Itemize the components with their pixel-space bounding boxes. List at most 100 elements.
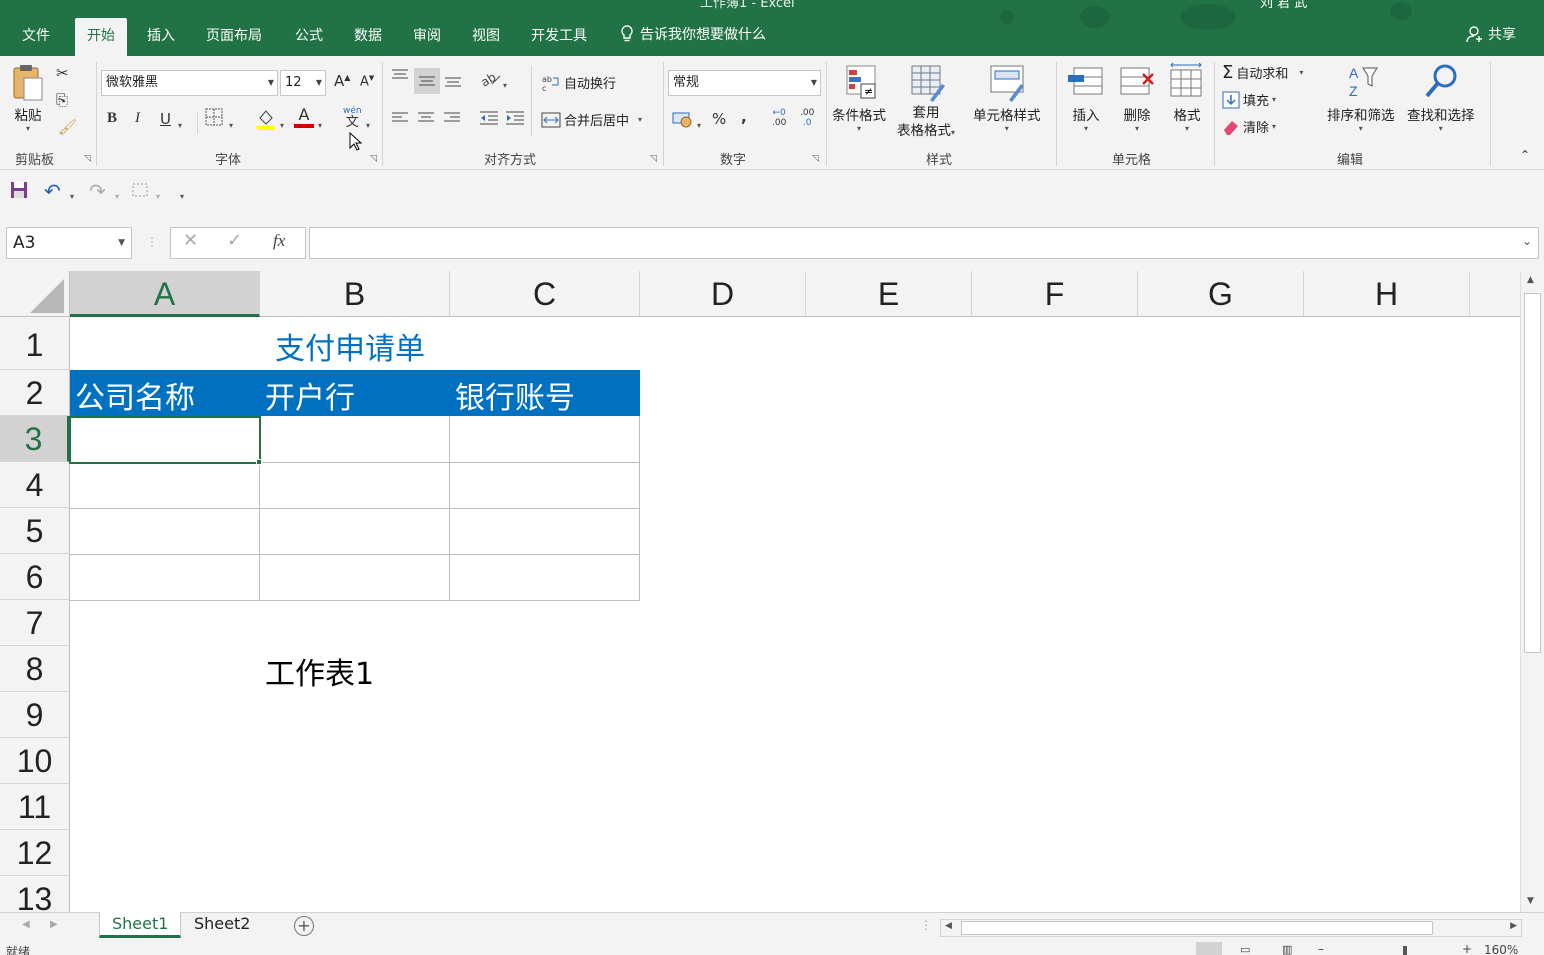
redo-icon[interactable]: ↷: [89, 179, 106, 203]
column-header-a[interactable]: A: [70, 271, 260, 317]
row-header-8[interactable]: 8: [0, 646, 70, 692]
undo-icon[interactable]: ↶: [44, 179, 61, 203]
column-header-e[interactable]: E: [806, 271, 972, 317]
font-name-select[interactable]: 微软雅黑 ▼: [101, 70, 278, 96]
row-header-4[interactable]: 4: [0, 462, 70, 508]
cell-styles-button[interactable]: 单元格样式 ▾: [973, 62, 1041, 133]
horizontal-scrollbar[interactable]: ◀ ▶: [940, 919, 1522, 937]
percent-style-button[interactable]: %: [712, 110, 726, 128]
wrap-text-button[interactable]: ab c 自动换行: [541, 73, 616, 93]
tab-home[interactable]: 开始: [75, 18, 127, 56]
format-cells-button[interactable]: 格式 ▾: [1167, 62, 1207, 133]
clear-button[interactable]: 清除 ▾: [1222, 117, 1276, 136]
fill-button[interactable]: 填充 ▾: [1222, 90, 1276, 109]
shrink-font-button[interactable]: A▼: [360, 74, 374, 89]
copy-icon[interactable]: ⎘: [56, 91, 68, 109]
align-center-icon[interactable]: [416, 110, 436, 130]
name-box[interactable]: A3 ▼: [6, 227, 132, 259]
scroll-sheets-right-icon[interactable]: ▶: [50, 919, 58, 930]
find-select-button[interactable]: 查找和选择 ▾: [1407, 62, 1475, 133]
select-objects-icon[interactable]: [130, 181, 150, 203]
number-format-select[interactable]: 常规 ▼: [668, 70, 821, 96]
chevron-down-icon[interactable]: ▾: [178, 114, 182, 132]
share-button[interactable]: 共享: [1466, 24, 1516, 44]
row-header-2[interactable]: 2: [0, 370, 70, 416]
active-cell-a3[interactable]: [69, 416, 261, 464]
phonetic-guide-button[interactable]: wén 文: [343, 106, 362, 130]
zoom-in-icon[interactable]: +: [1462, 942, 1472, 955]
row-header-11[interactable]: 11: [0, 784, 70, 830]
note-cell[interactable]: 工作表1: [265, 649, 374, 693]
sheet-tab-sheet1[interactable]: Sheet1: [99, 912, 182, 938]
increase-decimal-button[interactable]: ←0.00: [772, 108, 786, 128]
sort-filter-button[interactable]: AZ 排序和筛选 ▾: [1327, 62, 1395, 133]
column-header-f[interactable]: F: [972, 271, 1138, 317]
merge-center-button[interactable]: 合并后居中 ▾: [541, 110, 642, 129]
insert-cells-button[interactable]: 插入 ▾: [1066, 62, 1106, 133]
tab-insert[interactable]: 插入: [135, 18, 187, 56]
chevron-down-icon[interactable]: ▾: [697, 114, 701, 132]
chevron-down-icon[interactable]: ▾: [366, 114, 370, 132]
add-sheet-icon[interactable]: +: [294, 916, 314, 936]
fill-handle[interactable]: [256, 459, 262, 465]
increase-indent-icon[interactable]: [504, 110, 526, 130]
scroll-sheets-left-icon[interactable]: ◀: [22, 919, 30, 930]
tab-formulas[interactable]: 公式: [283, 18, 335, 56]
column-header-b[interactable]: B: [260, 271, 450, 317]
row-header-5[interactable]: 5: [0, 508, 70, 554]
column-header-c[interactable]: C: [450, 271, 640, 317]
middle-align-icon[interactable]: [414, 68, 440, 94]
font-size-select[interactable]: 12 ▼: [280, 70, 326, 96]
vertical-scroll-thumb[interactable]: [1524, 293, 1541, 653]
paste-button[interactable]: 粘贴 ▾: [8, 62, 48, 133]
header-cell-account-number[interactable]: 银行账号: [455, 373, 575, 417]
underline-button[interactable]: U: [160, 110, 171, 128]
align-left-icon[interactable]: [390, 110, 410, 130]
scroll-up-icon[interactable]: ▲: [1527, 275, 1534, 285]
font-color-button[interactable]: A: [294, 106, 314, 128]
format-painter-icon[interactable]: 🖌: [58, 118, 77, 136]
worksheet-grid[interactable]: A B C D E F G H 1 2 3 4 5 6 7 8 9 10 11 …: [0, 271, 1520, 912]
bold-button[interactable]: B: [107, 110, 117, 127]
row-header-6[interactable]: 6: [0, 554, 70, 600]
chevron-down-icon[interactable]: ▾: [503, 74, 507, 92]
orientation-icon[interactable]: ab: [478, 70, 502, 92]
zoom-out-icon[interactable]: –: [1318, 942, 1324, 955]
select-all-button[interactable]: [0, 271, 70, 317]
tab-view[interactable]: 视图: [460, 18, 512, 56]
tab-page-layout[interactable]: 页面布局: [194, 18, 274, 56]
cancel-icon[interactable]: ✕: [183, 230, 198, 251]
dialog-launcher-icon[interactable]: ◹: [84, 154, 91, 164]
format-as-table-button[interactable]: 套用 表格格式▾: [897, 62, 955, 142]
scroll-down-icon[interactable]: ▼: [1527, 896, 1534, 906]
zoom-level[interactable]: 160%: [1484, 943, 1518, 955]
delete-cells-button[interactable]: 删除 ▾: [1117, 62, 1157, 133]
save-icon[interactable]: [10, 181, 28, 203]
collapse-ribbon-icon[interactable]: ⌃: [1520, 148, 1530, 162]
row-header-13[interactable]: 13: [0, 876, 70, 912]
row-header-7[interactable]: 7: [0, 600, 70, 646]
page-layout-view-icon[interactable]: ▭: [1240, 943, 1250, 955]
enter-checkmark-icon[interactable]: ✓: [227, 230, 242, 251]
page-break-view-icon[interactable]: ▥: [1282, 943, 1292, 955]
decrease-decimal-button[interactable]: .00.0: [800, 108, 814, 128]
tab-developer[interactable]: 开发工具: [519, 18, 599, 56]
comma-style-button[interactable]: ,: [741, 108, 747, 126]
chevron-down-icon[interactable]: ▾: [115, 185, 119, 203]
cut-icon[interactable]: ✂: [56, 64, 69, 82]
dialog-launcher-icon[interactable]: ◹: [650, 154, 657, 164]
align-right-icon[interactable]: [442, 110, 462, 130]
header-cell-bank[interactable]: 开户行: [265, 373, 355, 417]
vertical-scrollbar[interactable]: ▲ ▼: [1520, 271, 1544, 912]
scroll-right-icon[interactable]: ▶: [1510, 921, 1517, 931]
header-cell-company-name[interactable]: 公司名称: [75, 373, 195, 417]
accounting-format-icon[interactable]: [672, 110, 694, 132]
top-align-icon[interactable]: [390, 68, 410, 90]
row-header-12[interactable]: 12: [0, 830, 70, 876]
scroll-left-icon[interactable]: ◀: [945, 921, 952, 931]
zoom-slider-thumb[interactable]: [1403, 946, 1407, 955]
chevron-down-icon[interactable]: ▾: [229, 114, 233, 132]
insert-function-button[interactable]: fx: [273, 231, 285, 251]
chevron-down-icon[interactable]: ▾: [70, 185, 74, 203]
italic-button[interactable]: I: [135, 110, 140, 127]
